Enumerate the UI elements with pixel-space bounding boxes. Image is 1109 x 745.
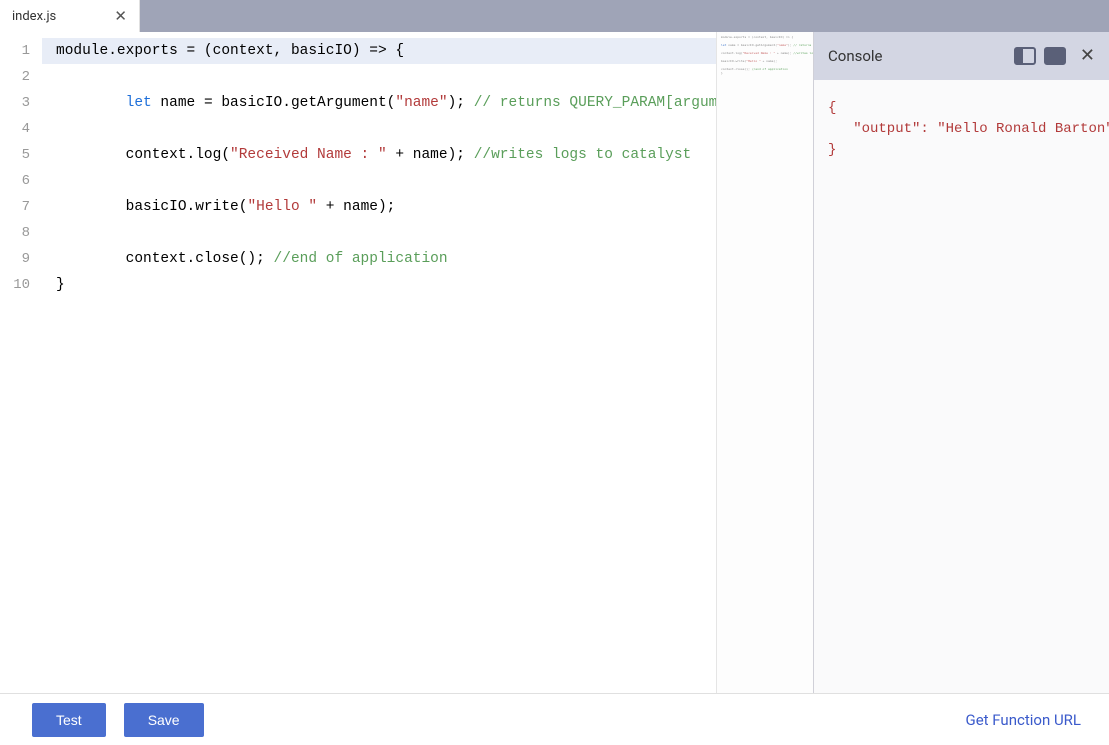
code-line bbox=[42, 168, 716, 194]
main-area: 12345678910 module.exports = (context, b… bbox=[0, 32, 1109, 693]
console-header: Console ✕ bbox=[814, 32, 1109, 80]
code-line: let name = basicIO.getArgument("name"); … bbox=[42, 90, 716, 116]
code-line: } bbox=[42, 272, 716, 298]
code-line: context.close(); //end of application bbox=[42, 246, 716, 272]
full-view-icon[interactable] bbox=[1044, 47, 1066, 65]
save-button[interactable]: Save bbox=[124, 703, 204, 737]
code-editor[interactable]: module.exports = (context, basicIO) => {… bbox=[42, 32, 717, 693]
code-line bbox=[42, 64, 716, 90]
console-panel: Console ✕ { "output": "Hello Ronald Bart… bbox=[813, 32, 1109, 693]
code-line: module.exports = (context, basicIO) => { bbox=[42, 38, 716, 64]
split-view-icon[interactable] bbox=[1014, 47, 1036, 65]
editor-wrap: 12345678910 module.exports = (context, b… bbox=[0, 32, 813, 693]
close-icon[interactable]: ✕ bbox=[1080, 47, 1095, 65]
minimap[interactable]: module.exports = (context, basicIO) => {… bbox=[717, 32, 813, 693]
get-function-url-link[interactable]: Get Function URL bbox=[966, 711, 1082, 729]
test-button[interactable]: Test bbox=[32, 703, 106, 737]
console-output: { "output": "Hello Ronald Barton" } bbox=[814, 80, 1109, 693]
code-line: context.log("Received Name : " + name); … bbox=[42, 142, 716, 168]
code-line bbox=[42, 220, 716, 246]
file-tab[interactable]: index.js ✕ bbox=[0, 0, 140, 32]
close-icon[interactable]: ✕ bbox=[114, 9, 127, 24]
code-line bbox=[42, 116, 716, 142]
tab-filename: index.js bbox=[12, 9, 56, 24]
code-line: basicIO.write("Hello " + name); bbox=[42, 194, 716, 220]
line-gutter: 12345678910 bbox=[0, 32, 42, 693]
footer-bar: Test Save Get Function URL bbox=[0, 693, 1109, 745]
console-title: Console bbox=[828, 47, 1006, 65]
tab-bar: index.js ✕ bbox=[0, 0, 1109, 32]
